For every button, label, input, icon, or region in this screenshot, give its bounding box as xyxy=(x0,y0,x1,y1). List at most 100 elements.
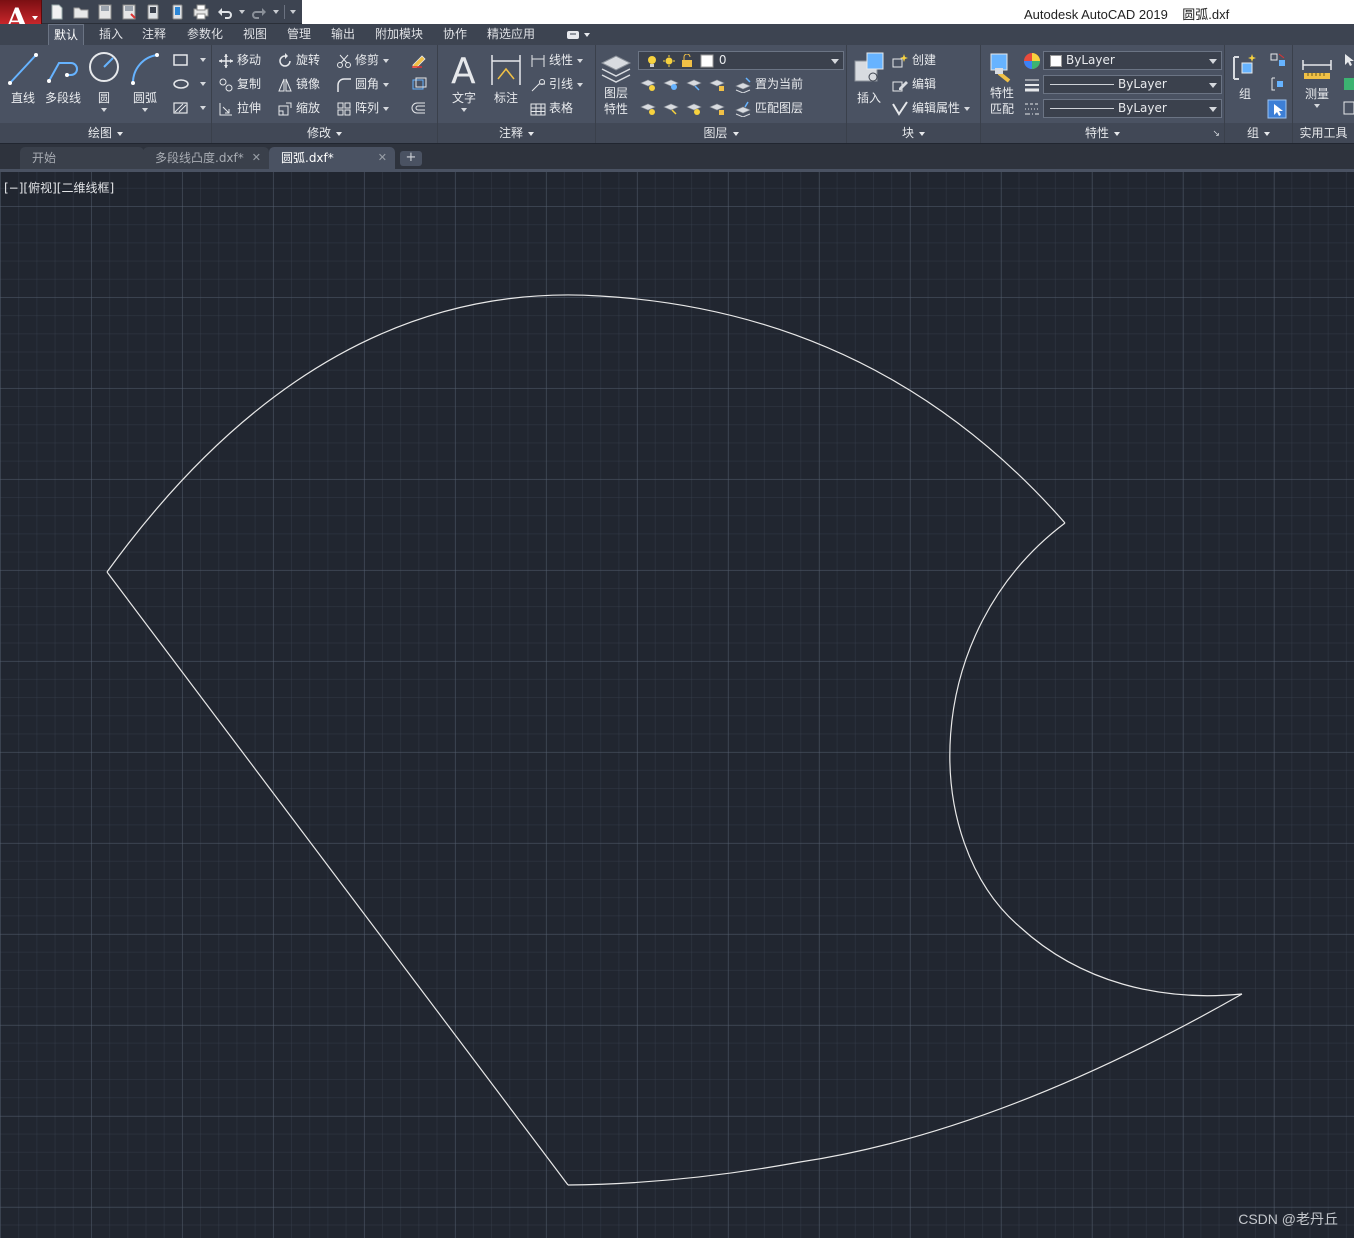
fillet-dropdown-icon[interactable] xyxy=(383,82,390,87)
stretch-button[interactable]: 拉伸 xyxy=(218,98,261,118)
new-tab-plus-icon[interactable]: + xyxy=(400,151,422,166)
inner-arc[interactable] xyxy=(949,522,1243,997)
array-button[interactable]: 阵列 xyxy=(336,98,390,118)
tab-default[interactable]: 默认 xyxy=(48,24,85,45)
rectangle-icon[interactable] xyxy=(172,53,190,67)
edit-attributes-button[interactable]: 编辑属性 xyxy=(891,98,971,118)
edit-attributes-dropdown-icon[interactable] xyxy=(964,106,971,111)
color-dropdown[interactable]: ByLayer xyxy=(1043,51,1222,70)
group-edit-icon[interactable] xyxy=(1269,76,1287,92)
tab-view[interactable]: 视图 xyxy=(238,24,272,45)
panel-block-title[interactable]: 块 xyxy=(847,123,980,143)
close-icon[interactable]: ✕ xyxy=(252,147,261,169)
polyline-button[interactable]: 多段线 xyxy=(42,49,84,106)
drawing-geometry[interactable] xyxy=(0,172,1354,1238)
trim-button[interactable]: 修剪 xyxy=(336,50,390,70)
layer-dropdown[interactable]: 0 xyxy=(638,51,844,70)
file-tab-polyline-bulge[interactable]: 多段线凸度.dxf* ✕ xyxy=(143,147,269,169)
text-dropdown-icon[interactable] xyxy=(461,108,467,112)
open-icon[interactable] xyxy=(72,3,90,21)
trim-dropdown-icon[interactable] xyxy=(383,58,390,63)
web-mobile-open-icon[interactable] xyxy=(144,3,162,21)
layer-properties-button[interactable]: 图层 特性 xyxy=(598,51,634,117)
edit-block-button[interactable]: 编辑 xyxy=(891,74,936,94)
hatch-dropdown-icon[interactable] xyxy=(200,106,206,110)
move-button[interactable]: 移动 xyxy=(218,50,261,70)
web-mobile-save-icon[interactable] xyxy=(168,3,186,21)
explode-icon[interactable] xyxy=(410,76,428,92)
save-as-icon[interactable] xyxy=(120,3,138,21)
array-dropdown-icon[interactable] xyxy=(383,106,390,111)
fillet-button[interactable]: 圆角 xyxy=(336,74,390,94)
tab-parametric[interactable]: 参数化 xyxy=(182,24,228,45)
panel-modify-title[interactable]: 修改 xyxy=(212,123,437,143)
group-button[interactable]: 组 xyxy=(1227,51,1263,102)
panel-properties-title[interactable]: 特性 xyxy=(981,123,1224,143)
arc-dropdown-icon[interactable] xyxy=(142,108,148,112)
create-block-button[interactable]: 创建 xyxy=(891,50,936,70)
copy-button[interactable]: 复制 xyxy=(218,74,261,94)
undo-icon[interactable] xyxy=(216,3,234,21)
top-arc[interactable] xyxy=(106,294,1066,573)
scale-button[interactable]: 缩放 xyxy=(277,98,320,118)
tab-collaborate[interactable]: 协作 xyxy=(438,24,472,45)
tab-manage[interactable]: 管理 xyxy=(282,24,316,45)
redo-icon[interactable] xyxy=(250,3,268,21)
tab-addins[interactable]: 附加模块 xyxy=(370,24,428,45)
rotate-button[interactable]: 旋转 xyxy=(277,50,320,70)
undo-dropdown-icon[interactable] xyxy=(239,10,245,14)
redo-dropdown-icon[interactable] xyxy=(273,10,279,14)
insert-block-button[interactable]: 插入 xyxy=(849,49,889,106)
set-current-layer-button[interactable]: 置为当前 xyxy=(734,74,803,94)
properties-launcher-icon[interactable]: ↘ xyxy=(1212,129,1220,139)
panel-layers-title[interactable]: 图层 xyxy=(596,123,846,143)
linear-dimension-button[interactable]: 线性 xyxy=(530,50,584,70)
panel-draw-title[interactable]: 绘图 xyxy=(0,123,211,143)
plot-icon[interactable] xyxy=(192,3,210,21)
tab-output[interactable]: 输出 xyxy=(326,24,360,45)
file-tab-arc[interactable]: 圆弧.dxf* ✕ xyxy=(269,147,395,169)
table-button[interactable]: 表格 xyxy=(530,98,573,118)
ungroup-icon[interactable] xyxy=(1269,52,1287,68)
dimension-button[interactable]: 标注 xyxy=(486,49,526,106)
id-point-icon[interactable] xyxy=(1343,100,1354,116)
leader-dropdown-icon[interactable] xyxy=(577,82,584,87)
text-button[interactable]: A 文字 xyxy=(444,49,484,112)
layer-tools-row1-icons[interactable] xyxy=(640,76,726,92)
tab-insert[interactable]: 插入 xyxy=(94,24,128,45)
match-properties-button[interactable]: 特性 匹配 xyxy=(983,51,1021,117)
layer-tools-row2-icons[interactable] xyxy=(640,100,726,116)
lineweight-dropdown[interactable]: ByLayer xyxy=(1043,75,1222,94)
calculator-icon[interactable] xyxy=(1343,76,1354,92)
mirror-button[interactable]: 镜像 xyxy=(277,74,320,94)
bottom-arc[interactable] xyxy=(567,993,1243,1186)
panel-groups-title[interactable]: 组 xyxy=(1225,123,1292,143)
ellipse-icon[interactable] xyxy=(172,77,190,91)
measure-dropdown-icon[interactable] xyxy=(1314,104,1320,108)
leader-button[interactable]: 引线 xyxy=(530,74,584,94)
linetype-dropdown[interactable]: ByLayer xyxy=(1043,99,1222,118)
linear-dropdown-icon[interactable] xyxy=(577,58,584,63)
close-icon[interactable]: ✕ xyxy=(378,147,387,169)
match-layer-button[interactable]: 匹配图层 xyxy=(734,98,803,118)
line-button[interactable]: 直线 xyxy=(4,49,42,106)
tab-featured-apps[interactable]: 精选应用 xyxy=(482,24,540,45)
save-icon[interactable] xyxy=(96,3,114,21)
quick-select-icon[interactable] xyxy=(1343,52,1354,68)
drawing-canvas[interactable]: [−][俯视][二维线框] CSDN @老丹丘 xyxy=(0,172,1354,1238)
arc-button[interactable]: 圆弧 xyxy=(126,49,164,112)
measure-button[interactable]: 测量 xyxy=(1297,51,1337,108)
offset-icon[interactable] xyxy=(410,100,428,116)
panel-utilities-title[interactable]: 实用工具 xyxy=(1293,123,1354,143)
group-selection-icon[interactable] xyxy=(1267,99,1287,119)
circle-button[interactable]: 圆 xyxy=(86,49,122,112)
circle-dropdown-icon[interactable] xyxy=(101,108,107,112)
panel-annotation-title[interactable]: 注释 xyxy=(438,123,595,143)
rectangle-dropdown-icon[interactable] xyxy=(200,58,206,62)
erase-icon[interactable] xyxy=(410,52,428,68)
tab-annotate[interactable]: 注释 xyxy=(137,24,171,45)
straight-edge[interactable] xyxy=(106,571,569,1186)
hatch-icon[interactable] xyxy=(172,101,190,115)
ellipse-dropdown-icon[interactable] xyxy=(200,82,206,86)
customize-qat-icon[interactable] xyxy=(290,10,296,14)
